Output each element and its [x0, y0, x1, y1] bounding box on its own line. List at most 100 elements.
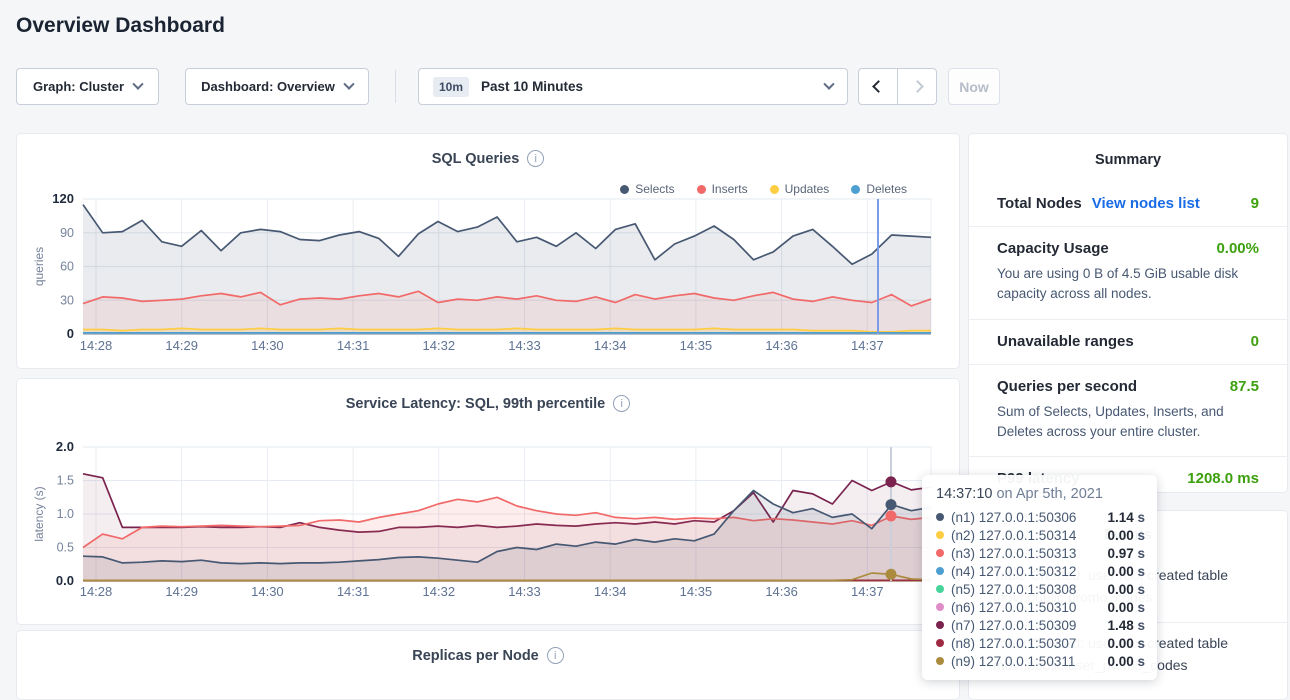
node-address: (n4) 127.0.0.1:50312 — [951, 564, 1076, 579]
graph-dropdown[interactable]: Graph: Cluster — [16, 68, 159, 105]
unavailable-ranges-value: 0 — [1251, 333, 1259, 350]
node-color-dot-icon — [936, 513, 944, 521]
svg-text:14:35: 14:35 — [680, 338, 713, 353]
chart-title: Service Latency: SQL, 99th percentile — [346, 396, 606, 412]
node-latency-value: 0.00 s — [1107, 582, 1145, 597]
svg-text:latency (s): latency (s) — [32, 486, 46, 541]
tooltip-row: (n4) 127.0.0.1:50312 0.00 s — [936, 562, 1145, 580]
node-address: (n6) 127.0.0.1:50310 — [951, 600, 1076, 615]
now-button[interactable]: Now — [948, 68, 1000, 105]
svg-text:14:33: 14:33 — [508, 338, 541, 353]
node-address: (n2) 127.0.0.1:50314 — [951, 528, 1076, 543]
time-range-label: Past 10 Minutes — [481, 79, 583, 94]
summary-qps: Queries per second 87.5 Sum of Selects, … — [969, 364, 1287, 457]
unavailable-ranges-label: Unavailable ranges — [997, 333, 1134, 350]
chevron-down-icon — [132, 78, 143, 89]
tooltip-row: (n6) 127.0.0.1:50310 0.00 s — [936, 598, 1145, 616]
node-latency-value: 0.00 s — [1107, 528, 1145, 543]
info-icon[interactable]: i — [527, 150, 544, 167]
svg-text:14:33: 14:33 — [508, 584, 541, 599]
svg-text:60: 60 — [60, 260, 74, 274]
svg-text:14:35: 14:35 — [680, 584, 713, 599]
time-range-badge: 10m — [433, 77, 469, 97]
node-latency-value: 0.00 s — [1107, 564, 1145, 579]
summary-panel: Summary Total Nodes View nodes list 9 Ca… — [968, 133, 1288, 493]
chevron-left-icon — [872, 80, 885, 93]
capacity-value: 0.00% — [1216, 240, 1259, 257]
node-address: (n8) 127.0.0.1:50307 — [951, 636, 1076, 651]
page-title: Overview Dashboard — [16, 14, 225, 38]
info-icon[interactable]: i — [547, 647, 564, 664]
node-latency-value: 1.48 s — [1107, 618, 1145, 633]
sql-queries-title-row: SQL Queries i — [17, 134, 959, 167]
tooltip-row: (n8) 127.0.0.1:50307 0.00 s — [936, 634, 1145, 652]
service-latency-title-row: Service Latency: SQL, 99th percentile i — [17, 379, 959, 412]
svg-text:14:31: 14:31 — [337, 338, 370, 353]
view-nodes-list-link[interactable]: View nodes list — [1092, 195, 1200, 212]
time-prev-button[interactable] — [858, 68, 898, 105]
svg-text:queries: queries — [32, 247, 46, 286]
svg-text:0: 0 — [67, 326, 74, 341]
svg-text:14:29: 14:29 — [165, 584, 198, 599]
svg-text:90: 90 — [60, 226, 74, 240]
svg-text:0.5: 0.5 — [57, 541, 74, 555]
node-latency-value: 0.00 s — [1107, 600, 1145, 615]
chart-hover-tooltip: 14:37:10 on Apr 5th, 2021 (n1) 127.0.0.1… — [922, 475, 1157, 680]
tooltip-row: (n5) 127.0.0.1:50308 0.00 s — [936, 580, 1145, 598]
service-latency-card: Service Latency: SQL, 99th percentile i … — [16, 378, 960, 625]
node-address: (n3) 127.0.0.1:50313 — [951, 546, 1076, 561]
tooltip-row: (n2) 127.0.0.1:50314 0.00 s — [936, 526, 1145, 544]
toolbar-divider — [395, 70, 396, 103]
tooltip-date: on Apr 5th, 2021 — [996, 486, 1102, 502]
node-latency-value: 0.00 s — [1107, 636, 1145, 651]
info-icon[interactable]: i — [613, 395, 630, 412]
dashboard-dropdown-label: Dashboard: Overview — [201, 79, 335, 94]
dashboard-dropdown[interactable]: Dashboard: Overview — [185, 68, 369, 105]
chevron-down-icon — [343, 78, 354, 89]
node-latency-value: 1.14 s — [1107, 510, 1145, 525]
node-latency-value: 0.97 s — [1107, 546, 1145, 561]
summary-capacity: Capacity Usage 0.00% You are using 0 B o… — [969, 226, 1287, 319]
service-latency-chart[interactable]: 14:2814:2914:3014:3114:3214:3314:3414:35… — [31, 435, 947, 610]
svg-text:14:37: 14:37 — [851, 584, 884, 599]
node-color-dot-icon — [936, 549, 944, 557]
svg-text:14:34: 14:34 — [594, 584, 627, 599]
node-latency-value: 0.00 s — [1107, 654, 1145, 669]
svg-text:30: 30 — [60, 293, 74, 307]
chevron-right-icon — [911, 80, 924, 93]
qps-value: 87.5 — [1230, 378, 1259, 395]
svg-text:14:30: 14:30 — [251, 338, 284, 353]
tooltip-row: (n9) 127.0.0.1:503110.00 s — [936, 652, 1145, 670]
tooltip-timestamp: 14:37:10 on Apr 5th, 2021 — [936, 486, 1145, 502]
graph-dropdown-label: Graph: Cluster — [33, 79, 124, 94]
node-address: (n5) 127.0.0.1:50308 — [951, 582, 1076, 597]
summary-total-nodes: Total Nodes View nodes list 9 — [969, 182, 1287, 226]
sql-queries-chart[interactable]: 14:2814:2914:3014:3114:3214:3314:3414:35… — [31, 190, 947, 365]
p99-latency-value: 1208.0 ms — [1187, 470, 1259, 487]
qps-description: Sum of Selects, Updates, Inserts, and De… — [997, 402, 1259, 443]
replicas-title-row: Replicas per Node i — [17, 631, 959, 664]
svg-text:14:32: 14:32 — [423, 338, 456, 353]
capacity-description: You are using 0 B of 4.5 GiB usable disk… — [997, 264, 1259, 305]
svg-text:120: 120 — [52, 191, 74, 206]
node-color-dot-icon — [936, 639, 944, 647]
time-next-button[interactable] — [897, 68, 937, 105]
replicas-per-node-card: Replicas per Node i — [16, 630, 960, 700]
total-nodes-value: 9 — [1251, 195, 1259, 212]
svg-text:14:32: 14:32 — [423, 584, 456, 599]
svg-text:14:36: 14:36 — [765, 338, 798, 353]
qps-label: Queries per second — [997, 378, 1137, 395]
summary-unavailable-ranges: Unavailable ranges 0 — [969, 319, 1287, 364]
svg-text:1.0: 1.0 — [57, 507, 74, 521]
node-color-dot-icon — [936, 531, 944, 539]
chevron-down-icon — [823, 78, 834, 89]
capacity-label: Capacity Usage — [997, 240, 1109, 257]
time-range-dropdown[interactable]: 10m Past 10 Minutes — [418, 68, 848, 105]
node-address: (n1) 127.0.0.1:50306 — [951, 510, 1076, 525]
tooltip-row: (n7) 127.0.0.1:503091.48 s — [936, 616, 1145, 634]
svg-text:14:29: 14:29 — [165, 338, 198, 353]
node-color-dot-icon — [936, 657, 944, 665]
svg-text:14:28: 14:28 — [80, 584, 113, 599]
svg-text:0.0: 0.0 — [56, 573, 74, 588]
node-color-dot-icon — [936, 603, 944, 611]
